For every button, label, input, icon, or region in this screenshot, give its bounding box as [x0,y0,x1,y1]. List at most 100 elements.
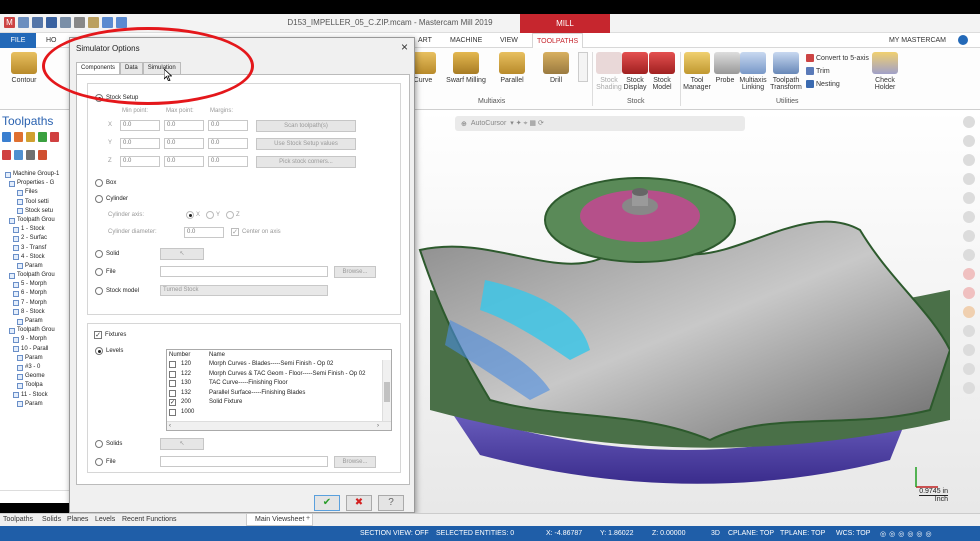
x-max-field[interactable]: 0.0 [164,120,204,131]
tree-item[interactable]: Param [3,262,69,271]
top-view-icon[interactable] [963,211,975,223]
new-file-icon[interactable] [18,17,29,28]
stock-display-button[interactable]: Stock Display [622,52,648,91]
tab-view[interactable]: VIEW [500,33,518,48]
solid-radio[interactable] [95,250,103,258]
dialog-close-button[interactable]: × [401,40,408,54]
levels-scroll-thumb[interactable] [384,382,390,402]
toolpath-transform-button[interactable]: Toolpath Transform [770,52,802,91]
scan-toolpaths-button[interactable]: Scan toolpath(s) [256,120,356,132]
tree-item[interactable]: Stock setu [3,207,69,216]
stock-file-field[interactable] [160,266,328,277]
level-row[interactable]: 122 Morph Curves & TAC Geom - Floor-----S… [167,370,391,380]
mode-3d-status[interactable]: 3D [711,530,720,537]
center-on-axis-checkbox[interactable]: ✓ [231,228,239,236]
tree-item[interactable]: Properties - G [3,179,69,188]
tree-item[interactable]: Geome [3,372,69,381]
hidden-line-icon[interactable] [963,306,975,318]
tree-item[interactable]: 11 - Stock [3,391,69,400]
level-row[interactable]: 130 TAC Curve-----Finishing Floor [167,379,391,389]
stock-setup-radio[interactable] [95,94,103,102]
trim-button[interactable]: Trim [806,67,830,75]
tree-item[interactable]: 2 - Surfac [3,234,69,243]
name-column-header[interactable]: Name [209,350,225,360]
save-icon[interactable] [46,17,57,28]
tree-item[interactable]: 1 - Stock [3,225,69,234]
tree-item[interactable]: #3 - 0 [3,363,69,372]
section-view-icon[interactable] [963,363,975,375]
fixtures-checkbox[interactable]: ✓ [94,331,102,339]
multiaxis-linking-button[interactable]: Multiaxis Linking [738,52,768,91]
tree-item[interactable]: 8 - Stock [3,308,69,317]
select-all-icon[interactable] [2,132,11,142]
check-holder-button[interactable]: Check Holder [872,52,898,91]
selected-entities-status[interactable]: SELECTED ENTITIES: 0 [436,530,514,537]
select-fixture-solids-button[interactable]: ↖ [160,438,204,450]
isometric-icon[interactable] [963,192,975,204]
bottom-tab-recent-functions[interactable]: Recent Functions [122,516,176,523]
tab-simulation[interactable]: Simulation [142,62,181,74]
tree-item[interactable]: 10 - Parall [3,345,69,354]
tab-art[interactable]: ART [418,33,432,48]
stock-browse-button[interactable]: Browse... [334,266,376,278]
scroll-right-icon[interactable]: › [377,422,379,430]
x-min-field[interactable]: 0.0 [120,120,160,131]
file-radio[interactable] [95,268,103,276]
select-dirty-icon[interactable] [14,132,23,142]
cylinder-axis-y-radio[interactable] [206,211,214,219]
cylinder-diameter-field[interactable]: 0.0 [184,227,224,238]
move-down-icon[interactable] [38,150,47,160]
y-margin-field[interactable]: 0.0 [208,138,248,149]
save-as-icon[interactable] [60,17,71,28]
tree-item[interactable]: Files [3,188,69,197]
toggle-display-icon[interactable] [50,132,59,142]
open-file-icon[interactable] [32,17,43,28]
tab-components[interactable]: Components [76,62,121,74]
levels-list[interactable]: Number Name 120 Morph Curves - Blades----… [166,349,392,431]
level-checkbox[interactable] [169,370,176,378]
y-min-field[interactable]: 0.0 [120,138,160,149]
delete-icon[interactable] [963,382,975,394]
clear-color-icon[interactable] [963,344,975,356]
left-pane-scrollbar[interactable] [0,490,70,502]
tab-home[interactable]: HO [46,33,57,48]
level-checkbox[interactable] [169,389,176,397]
post-icon[interactable] [26,150,35,160]
tree-item[interactable]: Toolpath Grou [3,271,69,280]
tree-item[interactable]: 3 - Transf [3,244,69,253]
levels-radio[interactable] [95,347,103,355]
level-row[interactable]: ✓ 200 Solid Fixture [167,398,391,408]
stock-shading-button[interactable]: Stock Shading [596,52,622,91]
fixture-file-field[interactable] [160,456,328,467]
bottom-tab-toolpaths[interactable]: Toolpaths [3,516,33,523]
lock-icon[interactable] [2,150,11,160]
wireframe-icon[interactable] [963,287,975,299]
redo-icon[interactable] [116,17,127,28]
level-checkbox[interactable]: ✓ [169,399,176,406]
tree-item[interactable]: Param [3,400,69,409]
level-row[interactable]: 1000 [167,408,391,418]
tree-item[interactable]: 9 - Morph [3,335,69,344]
bottom-tab-solids[interactable]: Solids [42,516,61,523]
zoom-icon[interactable] [963,173,975,185]
level-checkbox[interactable] [169,408,176,416]
cplane-status[interactable]: CPLANE: TOP [728,530,774,537]
level-row[interactable]: 120 Morph Curves - Blades-----Semi Finish… [167,360,391,370]
level-checkbox[interactable] [169,380,176,387]
swarf-milling-button[interactable]: Swarf Milling [444,52,488,84]
wave-icon[interactable] [14,150,23,160]
bottom-tab-levels[interactable]: Levels [95,516,115,523]
probe-button[interactable]: Probe [714,52,740,84]
pick-stock-corners-button[interactable]: Pick stock corners... [256,156,356,168]
select-solid-button[interactable]: ↖ [160,248,204,260]
tree-item[interactable]: Toolpath Grou [3,216,69,225]
analyze-icon[interactable] [963,325,975,337]
tplane-status[interactable]: TPLANE: TOP [780,530,825,537]
stock-model-button[interactable]: Stock Model [648,52,676,91]
print-preview-icon[interactable] [88,17,99,28]
tree-item[interactable]: Toolpa [3,381,69,390]
bottom-tab-planes[interactable]: Planes [67,516,88,523]
section-view-status[interactable]: SECTION VIEW: OFF [360,530,429,537]
y-max-field[interactable]: 0.0 [164,138,204,149]
front-view-icon[interactable] [963,230,975,242]
